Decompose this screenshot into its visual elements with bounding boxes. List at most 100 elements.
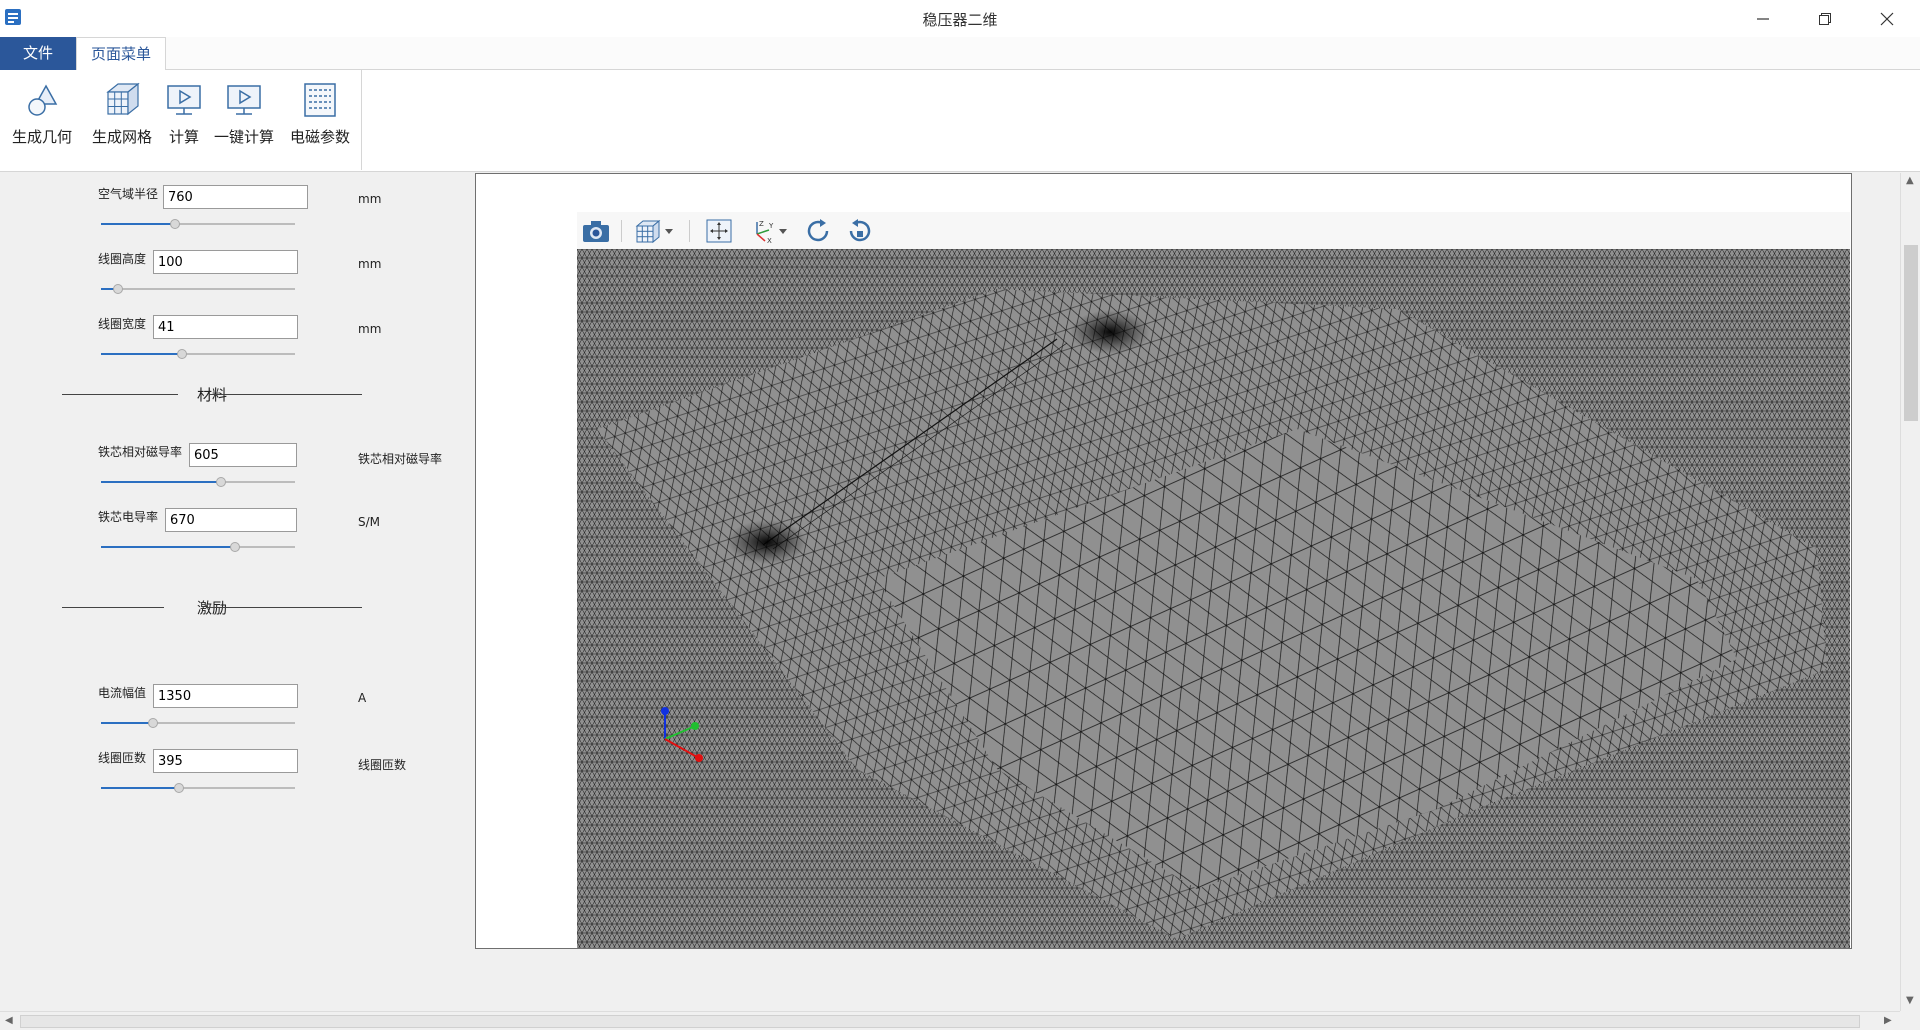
param-unit: mm xyxy=(358,192,382,206)
core-permeability-slider[interactable] xyxy=(101,477,295,487)
param-coil-turns: 线圈匝数 线圈匝数 xyxy=(0,743,475,803)
param-coil-height: 线圈高度 mm xyxy=(0,244,475,304)
param-label: 线圈匝数 xyxy=(98,751,147,765)
slider-thumb[interactable] xyxy=(230,542,240,552)
core-conductivity-input[interactable] xyxy=(165,508,297,532)
tab-page-menu[interactable]: 页面菜单 xyxy=(76,37,166,71)
param-unit: mm xyxy=(358,257,382,271)
restore-icon xyxy=(1819,12,1831,25)
slider-thumb[interactable] xyxy=(174,783,184,793)
em-params-button[interactable]: 电磁参数 xyxy=(290,80,350,147)
ribbon-tabs: 文件 页面菜单 xyxy=(0,37,1920,71)
air-radius-input[interactable] xyxy=(163,185,308,209)
current-amplitude-slider[interactable] xyxy=(101,718,295,728)
window-title: 稳压器二维 xyxy=(922,11,998,29)
compute-button[interactable]: 计算 xyxy=(164,80,204,147)
coil-height-slider[interactable] xyxy=(101,284,295,294)
minimize-button[interactable] xyxy=(1732,0,1794,37)
grid-table-icon xyxy=(304,83,336,117)
rotate-cw-button[interactable] xyxy=(805,217,833,245)
chevron-down-icon xyxy=(779,229,787,234)
title-bar: 稳压器二维 xyxy=(0,0,1920,37)
core-permeability-input[interactable] xyxy=(189,443,297,467)
param-current-amplitude: 电流幅值 A xyxy=(0,678,475,738)
ribbon-group: 生成几何 生成网格 计算 一键计算 电磁参数 xyxy=(0,70,362,170)
mesh-cube-icon xyxy=(106,82,140,116)
geometry-icon xyxy=(28,84,58,116)
monitor-play-icon xyxy=(167,85,201,115)
rotate-ccw-button[interactable] xyxy=(845,217,873,245)
horizontal-scroll-thumb[interactable] xyxy=(20,1015,1860,1028)
close-icon xyxy=(1880,12,1894,25)
axes-view-dropdown[interactable]: Z Y X xyxy=(749,217,789,245)
fit-view-button[interactable] xyxy=(705,217,733,245)
mesh-render xyxy=(577,249,1850,948)
scroll-down-icon[interactable]: ▼ xyxy=(1906,995,1914,1006)
slider-thumb[interactable] xyxy=(170,219,180,229)
slider-fill xyxy=(101,223,175,225)
rotate-cw-icon xyxy=(807,219,829,242)
svg-text:X: X xyxy=(767,237,772,244)
current-amplitude-input[interactable] xyxy=(153,684,298,708)
view-cube-dropdown[interactable] xyxy=(633,217,675,245)
slider-fill xyxy=(101,481,221,483)
param-label: 铁芯电导率 xyxy=(98,510,159,524)
param-core-conductivity: 铁芯电导率 S/M xyxy=(0,502,475,562)
param-core-permeability: 铁芯相对磁导率 铁芯相对磁导率 xyxy=(0,437,475,497)
coil-width-slider[interactable] xyxy=(101,349,295,359)
ribbon-label: 生成网格 xyxy=(92,128,153,146)
coil-width-input[interactable] xyxy=(153,315,298,339)
coil-turns-slider[interactable] xyxy=(101,783,295,793)
scroll-right-icon[interactable]: ▶ xyxy=(1884,1015,1892,1026)
monitor-play-icon xyxy=(227,85,261,115)
slider-track xyxy=(101,288,295,290)
param-label: 线圈高度 xyxy=(98,252,147,266)
coil-turns-input[interactable] xyxy=(153,749,298,773)
core-conductivity-slider[interactable] xyxy=(101,542,295,552)
restore-button[interactable] xyxy=(1794,0,1856,37)
param-label: 铁芯相对磁导率 xyxy=(98,445,183,459)
param-unit: A xyxy=(358,691,367,705)
coil-height-input[interactable] xyxy=(153,250,298,274)
slider-fill xyxy=(101,722,153,724)
ribbon-label: 电磁参数 xyxy=(290,128,351,146)
tab-file[interactable]: 文件 xyxy=(0,37,76,70)
camera-icon xyxy=(583,221,609,242)
ribbon-label: 计算 xyxy=(168,128,199,146)
generate-geometry-button[interactable]: 生成几何 xyxy=(12,80,72,147)
ribbon-label: 一键计算 xyxy=(214,128,275,146)
generate-mesh-button[interactable]: 生成网格 xyxy=(92,80,152,147)
slider-thumb[interactable] xyxy=(148,718,158,728)
one-click-compute-button[interactable]: 一键计算 xyxy=(214,80,274,147)
viewer-toolbar: Z Y X xyxy=(577,212,1850,249)
slider-thumb[interactable] xyxy=(177,349,187,359)
close-button[interactable] xyxy=(1856,0,1918,37)
view-cube-icon xyxy=(635,219,661,244)
slider-fill xyxy=(101,787,179,789)
toolbar-separator xyxy=(621,220,622,242)
parameter-panel: 空气域半径 mm 线圈高度 mm 线圈宽度 mm 材料 xyxy=(0,173,475,1011)
screenshot-button[interactable] xyxy=(581,217,611,245)
param-unit: 铁芯相对磁导率 xyxy=(358,452,443,466)
mesh-viewport[interactable] xyxy=(577,249,1850,948)
scroll-up-icon[interactable]: ▲ xyxy=(1906,175,1914,186)
mesh-refinement-spot xyxy=(1070,310,1150,354)
svg-text:Z: Z xyxy=(759,220,764,228)
param-unit: mm xyxy=(358,322,382,336)
axes-icon: Z Y X xyxy=(756,220,774,244)
param-air-radius: 空气域半径 mm xyxy=(0,179,475,239)
ribbon-label: 生成几何 xyxy=(12,128,73,146)
vertical-scroll-thumb[interactable] xyxy=(1904,245,1918,421)
toolbar-separator xyxy=(689,220,690,242)
param-label: 电流幅值 xyxy=(98,686,147,700)
slider-thumb[interactable] xyxy=(113,284,123,294)
rotate-ccw-icon xyxy=(849,219,871,242)
air-radius-slider[interactable] xyxy=(101,219,295,229)
vertical-scrollbar[interactable]: ▲ ▼ xyxy=(1900,173,1920,1011)
horizontal-scrollbar[interactable]: ◀ ▶ xyxy=(0,1011,1900,1030)
section-material: 材料 xyxy=(62,384,362,404)
scroll-left-icon[interactable]: ◀ xyxy=(5,1015,13,1026)
section-divider xyxy=(206,607,362,608)
slider-fill xyxy=(101,353,182,355)
slider-thumb[interactable] xyxy=(216,477,226,487)
